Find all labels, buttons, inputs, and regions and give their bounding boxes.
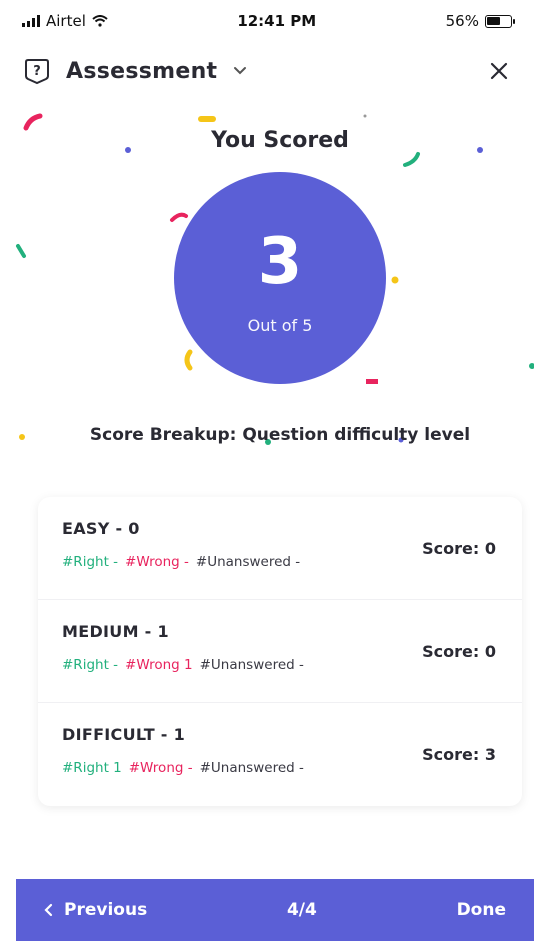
svg-text:?: ?	[33, 64, 41, 79]
score-total-label: Out of 5	[247, 315, 313, 335]
difficulty-title: EASY - 0	[62, 519, 140, 538]
page-indicator: 4/4	[286, 900, 317, 920]
score-breakup-list: EASY - 0 #Right - #Wrong - #Unanswered -…	[38, 497, 522, 806]
status-bar: Airtel 12:41 PM 56%	[0, 0, 534, 42]
help-icon: ?	[22, 56, 52, 86]
difficulty-score: Score: 0	[422, 539, 496, 558]
wrong-count: #Wrong 1	[125, 657, 193, 673]
battery-percent: 56%	[445, 12, 479, 30]
unanswered-count: #Unanswered -	[195, 554, 301, 570]
score-breakup-title: Score Breakup: Question difficulty level	[89, 425, 471, 445]
carrier-label: Airtel	[46, 12, 86, 30]
footer-nav: Previous 4/4 Done	[16, 879, 534, 941]
right-count: #Right -	[62, 657, 119, 673]
close-button[interactable]	[484, 56, 514, 86]
score-value: 3	[257, 224, 303, 299]
difficulty-card-difficult: DIFFICULT - 1 #Right 1 #Wrong - #Unanswe…	[38, 703, 522, 806]
right-count: #Right -	[62, 554, 119, 570]
previous-label: Previous	[64, 900, 148, 920]
header: ? Assessment	[0, 42, 534, 100]
wifi-icon	[92, 15, 108, 27]
signal-icon	[22, 15, 40, 27]
status-time: 12:41 PM	[237, 12, 317, 30]
right-count: #Right 1	[62, 760, 122, 776]
close-icon	[490, 62, 508, 80]
wrong-count: #Wrong -	[128, 760, 193, 776]
difficulty-score: Score: 0	[422, 642, 496, 661]
previous-button[interactable]: Previous	[44, 900, 147, 920]
wrong-count: #Wrong -	[125, 554, 189, 570]
score-circle: 3 Out of 5	[174, 172, 386, 384]
difficulty-title: MEDIUM - 1	[62, 622, 169, 641]
status-right: 56%	[445, 12, 515, 30]
difficulty-title: DIFFICULT - 1	[62, 725, 186, 744]
unanswered-count: #Unanswered -	[199, 657, 304, 673]
done-button[interactable]: Done	[457, 900, 506, 920]
battery-icon	[484, 14, 515, 28]
difficulty-card-medium: MEDIUM - 1 #Right - #Wrong 1 #Unanswered…	[38, 600, 522, 703]
status-left: Airtel	[22, 12, 108, 30]
unanswered-count: #Unanswered -	[199, 760, 304, 776]
chevron-left-icon	[44, 903, 53, 917]
page-title[interactable]: Assessment	[66, 59, 217, 84]
difficulty-score: Score: 3	[422, 745, 496, 764]
chevron-down-icon[interactable]	[233, 66, 247, 76]
difficulty-card-easy: EASY - 0 #Right - #Wrong - #Unanswered -…	[38, 497, 522, 600]
you-scored-heading: You Scored	[211, 128, 349, 153]
